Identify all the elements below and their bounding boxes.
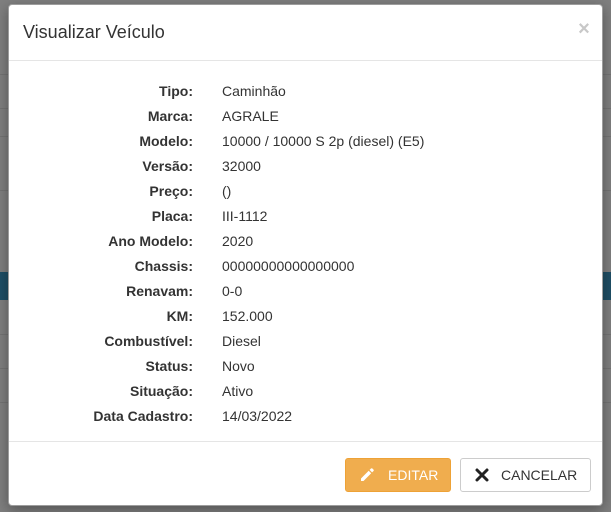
field-value: () <box>222 183 232 199</box>
field-row-combustivel: Combustível: Diesel <box>9 331 602 356</box>
field-label: Tipo: <box>159 83 193 99</box>
field-row-tipo: Tipo: Caminhão <box>9 81 602 106</box>
field-label: Preço: <box>149 183 193 199</box>
field-row-renavam: Renavam: 0-0 <box>9 281 602 306</box>
pencil-icon <box>361 468 374 481</box>
field-row-placa: Placa: III-1112 <box>9 206 602 231</box>
cancel-button-label: CANCELAR <box>501 467 578 483</box>
field-row-modelo: Modelo: 10000 / 10000 S 2p (diesel) (E5) <box>9 131 602 156</box>
field-value: AGRALE <box>222 108 279 124</box>
field-label: Versão: <box>142 158 193 174</box>
times-icon <box>475 468 489 482</box>
field-row-situacao: Situação: Ativo <box>9 381 602 406</box>
field-label: Combustível: <box>104 333 193 349</box>
field-row-marca: Marca: AGRALE <box>9 106 602 131</box>
field-value: Ativo <box>222 383 254 399</box>
modal-footer: EDITAR CANCELAR <box>9 441 602 505</box>
field-value: 152.000 <box>222 308 273 324</box>
field-row-status: Status: Novo <box>9 356 602 381</box>
field-label: Situação: <box>129 383 193 399</box>
field-value: Novo <box>222 358 255 374</box>
view-vehicle-modal: Visualizar Veículo × Tipo: Caminhão Marc… <box>8 4 603 506</box>
modal-header: Visualizar Veículo × <box>9 5 602 61</box>
field-value: 00000000000000000 <box>222 258 355 274</box>
field-value: III-1112 <box>222 208 268 224</box>
field-row-preco: Preço: () <box>9 181 602 206</box>
field-value: Caminhão <box>222 83 286 99</box>
edit-button-label: EDITAR <box>388 467 439 483</box>
field-label: Placa: <box>151 208 193 224</box>
field-row-data-cadastro: Data Cadastro: 14/03/2022 <box>9 406 602 431</box>
field-label: Status: <box>145 358 193 374</box>
field-row-km: KM: 152.000 <box>9 306 602 331</box>
field-value: 14/03/2022 <box>222 408 293 424</box>
field-value: 0-0 <box>222 283 243 299</box>
edit-button[interactable]: EDITAR <box>345 458 451 492</box>
field-row-chassis: Chassis: 00000000000000000 <box>9 256 602 281</box>
field-label: Chassis: <box>134 258 193 274</box>
field-value: 2020 <box>222 233 254 249</box>
field-label: KM: <box>166 308 193 324</box>
field-value: Diesel <box>222 333 261 349</box>
field-label: Marca: <box>147 108 193 124</box>
field-value: 10000 / 10000 S 2p (diesel) (E5) <box>222 133 425 149</box>
field-label: Renavam: <box>126 283 193 299</box>
field-row-ano-modelo: Ano Modelo: 2020 <box>9 231 602 256</box>
close-icon[interactable]: × <box>576 19 592 39</box>
modal-title: Visualizar Veículo <box>23 22 165 42</box>
field-label: Data Cadastro: <box>93 408 193 424</box>
cancel-button[interactable]: CANCELAR <box>460 458 591 492</box>
field-value: 32000 <box>222 158 261 174</box>
field-label: Modelo: <box>139 133 193 149</box>
modal-body: Tipo: Caminhão Marca: AGRALE Modelo: 100… <box>9 61 602 441</box>
field-label: Ano Modelo: <box>108 233 193 249</box>
field-row-versao: Versão: 32000 <box>9 156 602 181</box>
